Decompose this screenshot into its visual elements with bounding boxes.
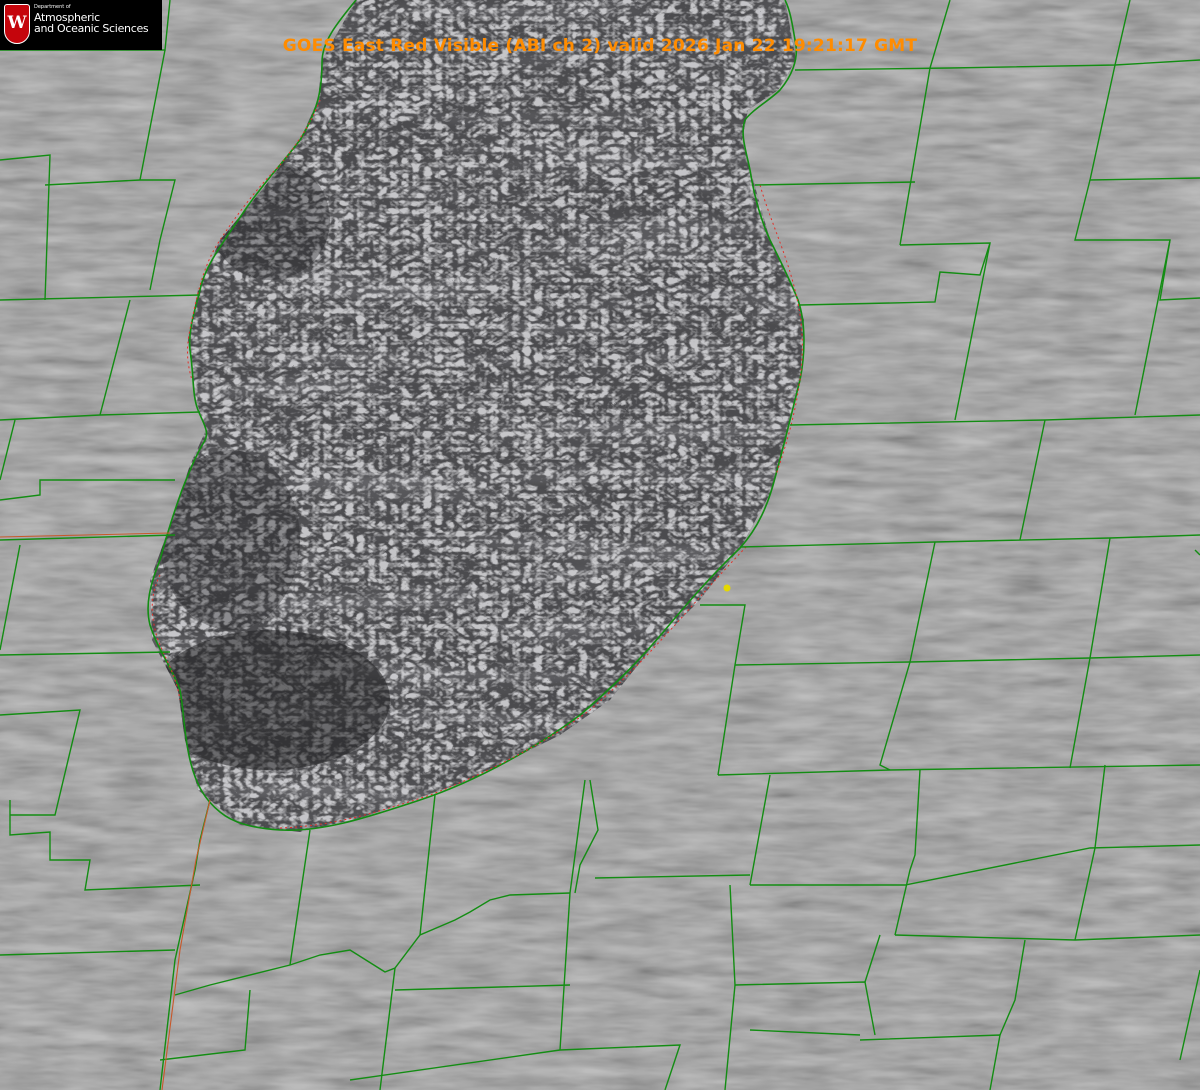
shield-letter: W: [7, 13, 27, 33]
image-title: GOES East Red Visible (ABI ch 2) valid 2…: [282, 36, 918, 56]
logo-line-2: and Oceanic Sciences: [34, 22, 149, 35]
logo-text: Department of Atmospheric and Oceanic Sc…: [34, 4, 149, 35]
location-marker: [723, 584, 731, 592]
logo-dept: Department of: [34, 4, 71, 10]
satellite-image: [0, 0, 1200, 1090]
